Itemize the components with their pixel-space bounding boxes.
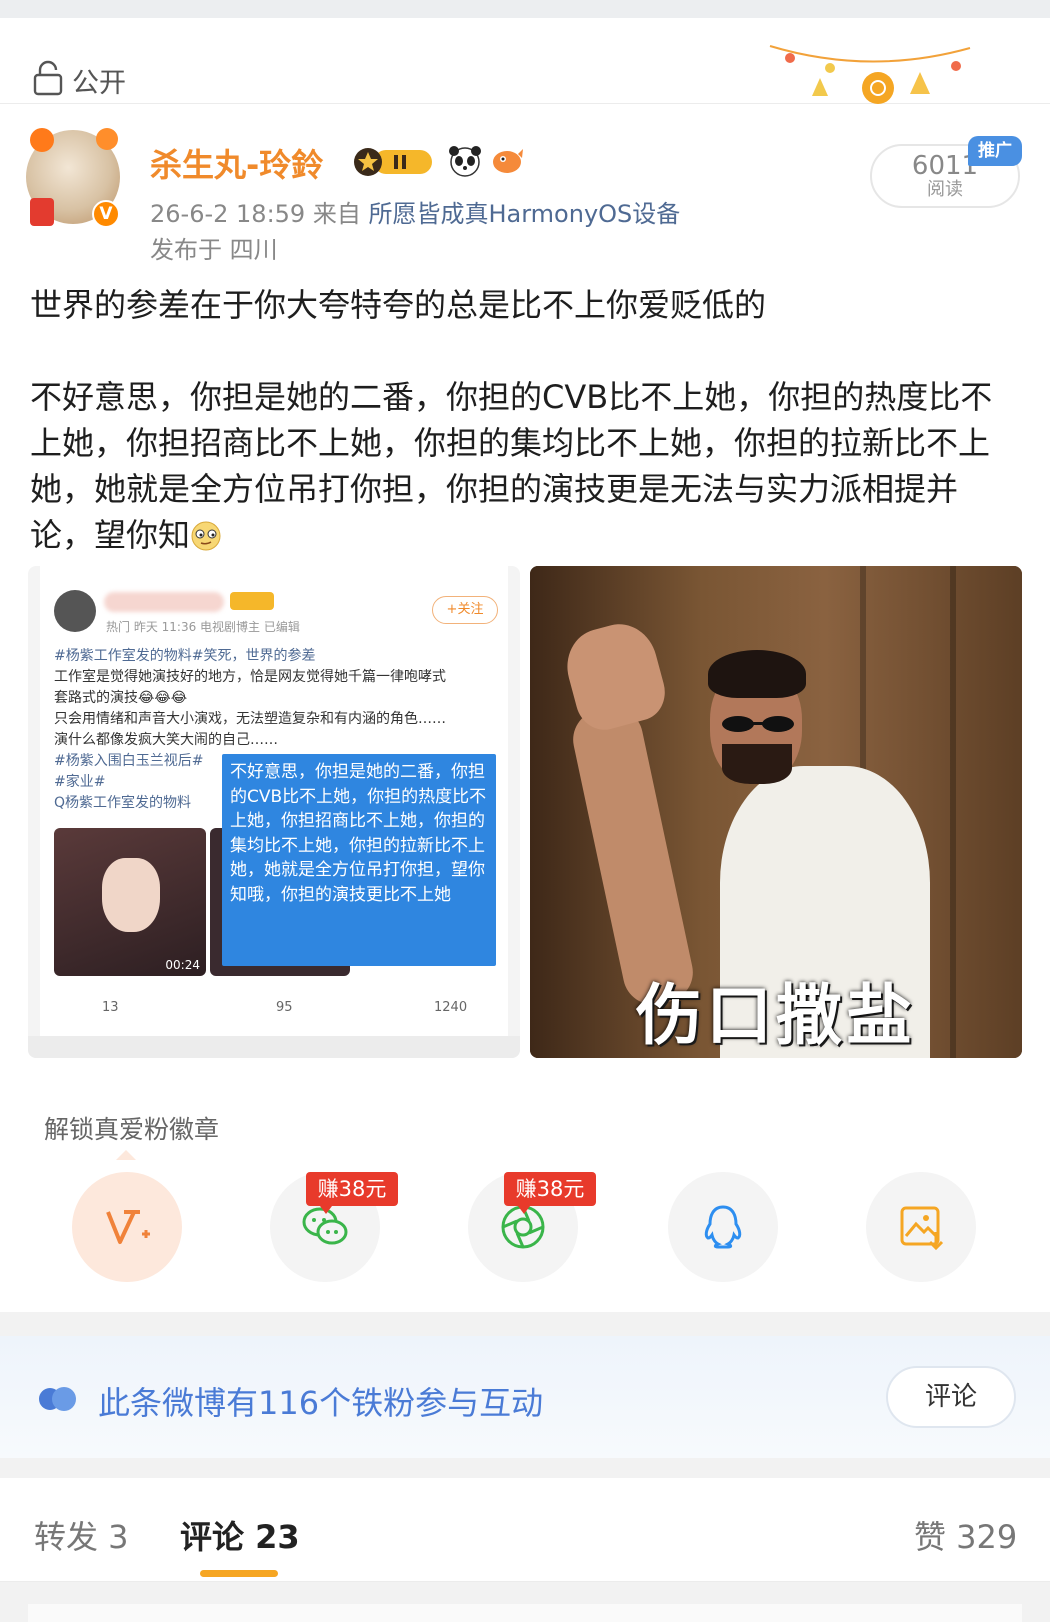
post-meta: 26-6-2 18:59 来自 所愿皆成真HarmonyOS设备 [150, 194, 680, 229]
screenshot-video-thumb: 00:24 [54, 828, 206, 976]
screenshot-bottom-strip [28, 1036, 520, 1058]
screenshot-like-count: 1240 [434, 1000, 468, 1015]
fans-icon [39, 1387, 76, 1411]
screenshot-meta: 热门 昨天 11:36 电视剧博主 已编辑 [106, 620, 300, 634]
post-content: 世界的参差在于你大夸特夸的总是比不上你爱贬低的 不好意思，你担是她的二番，你担的… [30, 282, 1020, 558]
visibility-label[interactable]: 公开 [72, 61, 126, 100]
post-timestamp: 26-6-2 18:59 [150, 200, 306, 228]
top-gray-band [0, 0, 1050, 18]
fans-interaction-banner[interactable]: 此条微博有116个铁粉参与互动 评论 [0, 1336, 1050, 1458]
section-separator [0, 1458, 1050, 1478]
video-thumb-face [102, 858, 160, 932]
tab-like[interactable]: 赞 329 [914, 1512, 1017, 1558]
save-image-button[interactable] [866, 1172, 976, 1282]
post-image-meme[interactable]: 伤口撒盐 [530, 566, 1022, 1058]
unlock-pointer [116, 1150, 136, 1160]
vip-level-badge[interactable] [352, 146, 438, 178]
save-image-icon [900, 1206, 944, 1251]
fans-interaction-text: 此条微博有116个铁粉参与互动 [98, 1384, 544, 1422]
screenshot-blurred-name [104, 592, 224, 612]
screenshot-comment-bubble: 不好意思，你担是她的二番，你担的CVB比不上她，你担的热度比不上她，你担招商比不… [222, 754, 496, 966]
lock-icon [33, 60, 63, 96]
tab-repost[interactable]: 转发 3 [34, 1512, 129, 1558]
screenshot-text-line: 演什么都像发疯大笑大闹的自己…… [54, 732, 278, 748]
panda-icon[interactable] [448, 144, 482, 178]
post-image-screenshot[interactable]: 热门 昨天 11:36 电视剧博主 已编辑 +关注 #杨紫工作室发的物料#笑死，… [28, 566, 520, 1058]
comment-list-start [28, 1604, 1022, 1622]
screenshot-card: 热门 昨天 11:36 电视剧博主 已编辑 +关注 #杨紫工作室发的物料#笑死，… [40, 566, 508, 1046]
qq-icon [704, 1205, 742, 1249]
verified-badge: V [92, 200, 120, 228]
post-tabs: 转发 3 评论 23 赞 329 [0, 1478, 1050, 1582]
visibility-bar: 公开 [0, 18, 1050, 104]
screenshot-text-line: #杨紫工作室发的物料#笑死，世界的参差 [54, 648, 316, 664]
active-tab-indicator [200, 1570, 278, 1577]
screenshot-text-line: 工作室是觉得她演技好的地方，恰是网友觉得她千篇一律咆哮式 [54, 669, 446, 685]
earn-tag: 赚38元 [504, 1172, 596, 1214]
share-qq-button[interactable] [668, 1172, 778, 1282]
screenshot-repost-count: 13 [102, 1000, 119, 1015]
video-duration: 00:24 [165, 958, 200, 972]
post-paragraph: 世界的参差在于你大夸特夸的总是比不上你爱贬低的 [30, 286, 767, 324]
promote-tag[interactable]: 推广 [968, 136, 1022, 166]
screenshot-text-line: 套路式的演技😂😂😂 [54, 690, 188, 706]
screenshot-avatar [54, 590, 96, 632]
smirk-emoji-icon [191, 521, 221, 551]
screenshot-text-line: 只会用情绪和声音大小演戏，无法塑造复杂和有内涵的角色…… [54, 711, 446, 727]
avatar-frame-decoration [96, 128, 118, 150]
banner-comment-button[interactable]: 评论 [886, 1366, 1016, 1428]
unlock-fan-badge-label[interactable]: 解锁真爱粉徽章 [44, 1110, 219, 1146]
post-paragraph-text: 不好意思，你担是她的二番，你担的CVB比不上她，你担的热度比不上她，你担招商比不… [30, 378, 993, 554]
v-plus-button[interactable] [72, 1172, 182, 1282]
read-label: 阅读 [927, 179, 963, 200]
section-separator [0, 1312, 1050, 1336]
earn-tag: 赚38元 [306, 1172, 398, 1214]
avatar-frame-decoration [30, 128, 54, 152]
sunglasses-icon [722, 716, 794, 732]
fish-icon[interactable] [490, 144, 524, 178]
screenshot-comment-count: 95 [276, 1000, 293, 1015]
source-prefix: 来自 [312, 200, 361, 228]
post-source-link[interactable]: 所愿皆成真HarmonyOS设备 [368, 200, 680, 228]
author-name[interactable]: 杀生丸-玲鈴 [150, 140, 323, 186]
post-location: 发布于 四川 [150, 236, 278, 264]
festive-decoration-icon [769, 45, 971, 104]
screenshot-vip-badge [230, 592, 274, 610]
meme-hair [708, 650, 806, 698]
avatar-frame-decoration [30, 198, 54, 226]
tab-comment[interactable]: 评论 23 [180, 1512, 300, 1558]
post-paragraph: 不好意思，你担是她的二番，你担的CVB比不上她，你担的热度比不上她，你担招商比不… [30, 374, 1020, 558]
screenshot-follow-button: +关注 [432, 596, 498, 624]
screenshot-action-bar: 13 95 1240 [40, 996, 508, 1026]
meme-beard [722, 744, 792, 784]
v-plus-icon [106, 1210, 150, 1244]
meme-caption: 伤口撒盐 [636, 977, 916, 1054]
